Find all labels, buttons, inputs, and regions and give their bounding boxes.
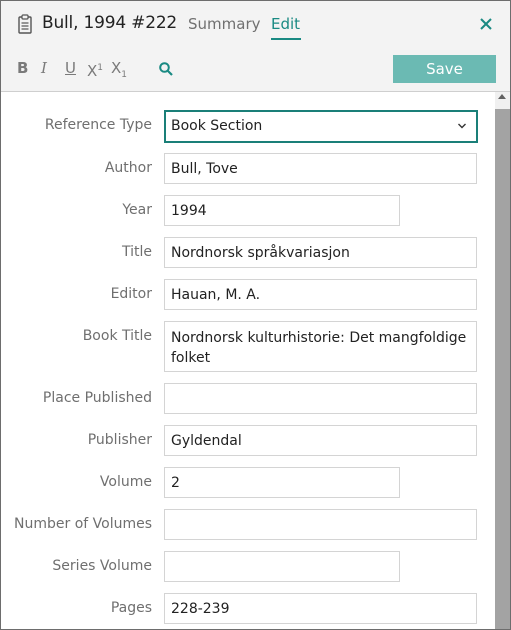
year-field[interactable]: 1994 <box>164 195 400 226</box>
scrollbar-thumb[interactable] <box>495 109 510 629</box>
reference-form: Reference Type Book Section Author Bull,… <box>1 92 495 629</box>
author-field[interactable]: Bull, Tove <box>164 153 477 184</box>
superscript-mark: 1 <box>97 63 104 73</box>
volume-label: Volume <box>99 474 152 490</box>
superscript-button[interactable]: X1 <box>87 59 103 80</box>
panel-header: Bull, 1994 #222 Summary Edit B I U X1 X1… <box>1 1 510 92</box>
title-field[interactable]: Nordnorsk språkvariasjon <box>164 237 477 268</box>
reference-type-value: Book Section <box>171 118 263 134</box>
search-icon[interactable] <box>158 61 174 77</box>
subscript-letter: X <box>111 59 122 77</box>
year-label: Year <box>122 202 152 218</box>
clipboard-icon <box>18 14 32 34</box>
close-button[interactable] <box>477 15 495 33</box>
volume-field[interactable]: 2 <box>164 467 400 498</box>
reference-title: Bull, 1994 #222 <box>42 13 178 33</box>
underline-button[interactable]: U <box>65 59 76 77</box>
book-title-field[interactable]: Nordnorsk kulturhistorie: Det mangfoldig… <box>164 321 477 372</box>
title-label: Title <box>121 244 152 260</box>
save-button[interactable]: Save <box>393 55 496 83</box>
publisher-field[interactable]: Gyldendal <box>164 425 477 456</box>
subscript-button[interactable]: X1 <box>111 59 127 84</box>
active-tab-indicator <box>271 38 301 40</box>
vertical-scrollbar[interactable] <box>495 92 510 629</box>
editor-field[interactable]: Hauan, M. A. <box>164 279 477 310</box>
subscript-mark: 1 <box>121 70 128 80</box>
italic-button[interactable]: I <box>41 59 47 77</box>
reference-editor-panel: Bull, 1994 #222 Summary Edit B I U X1 X1… <box>0 0 511 630</box>
book-title-label: Book Title <box>82 328 152 344</box>
tab-edit[interactable]: Edit <box>271 15 300 33</box>
publisher-label: Publisher <box>87 432 152 448</box>
close-icon <box>480 18 492 30</box>
pages-label: Pages <box>110 600 152 616</box>
editor-label: Editor <box>110 286 152 302</box>
number-of-volumes-field[interactable] <box>164 509 477 540</box>
chevron-down-icon <box>458 123 466 129</box>
reference-type-label: Reference Type <box>44 117 152 133</box>
series-volume-label: Series Volume <box>52 558 152 574</box>
number-of-volumes-label: Number of Volumes <box>14 516 152 532</box>
superscript-letter: X <box>87 62 98 80</box>
series-volume-field[interactable] <box>164 551 400 582</box>
bold-button[interactable]: B <box>17 59 28 77</box>
tab-summary[interactable]: Summary <box>188 15 261 33</box>
place-published-label: Place Published <box>42 390 152 406</box>
pages-field[interactable]: 228-239 <box>164 593 477 624</box>
place-published-field[interactable] <box>164 383 477 414</box>
scroll-up-arrow-icon[interactable] <box>498 94 506 99</box>
author-label: Author <box>104 160 152 176</box>
reference-type-select[interactable]: Book Section <box>164 110 478 143</box>
